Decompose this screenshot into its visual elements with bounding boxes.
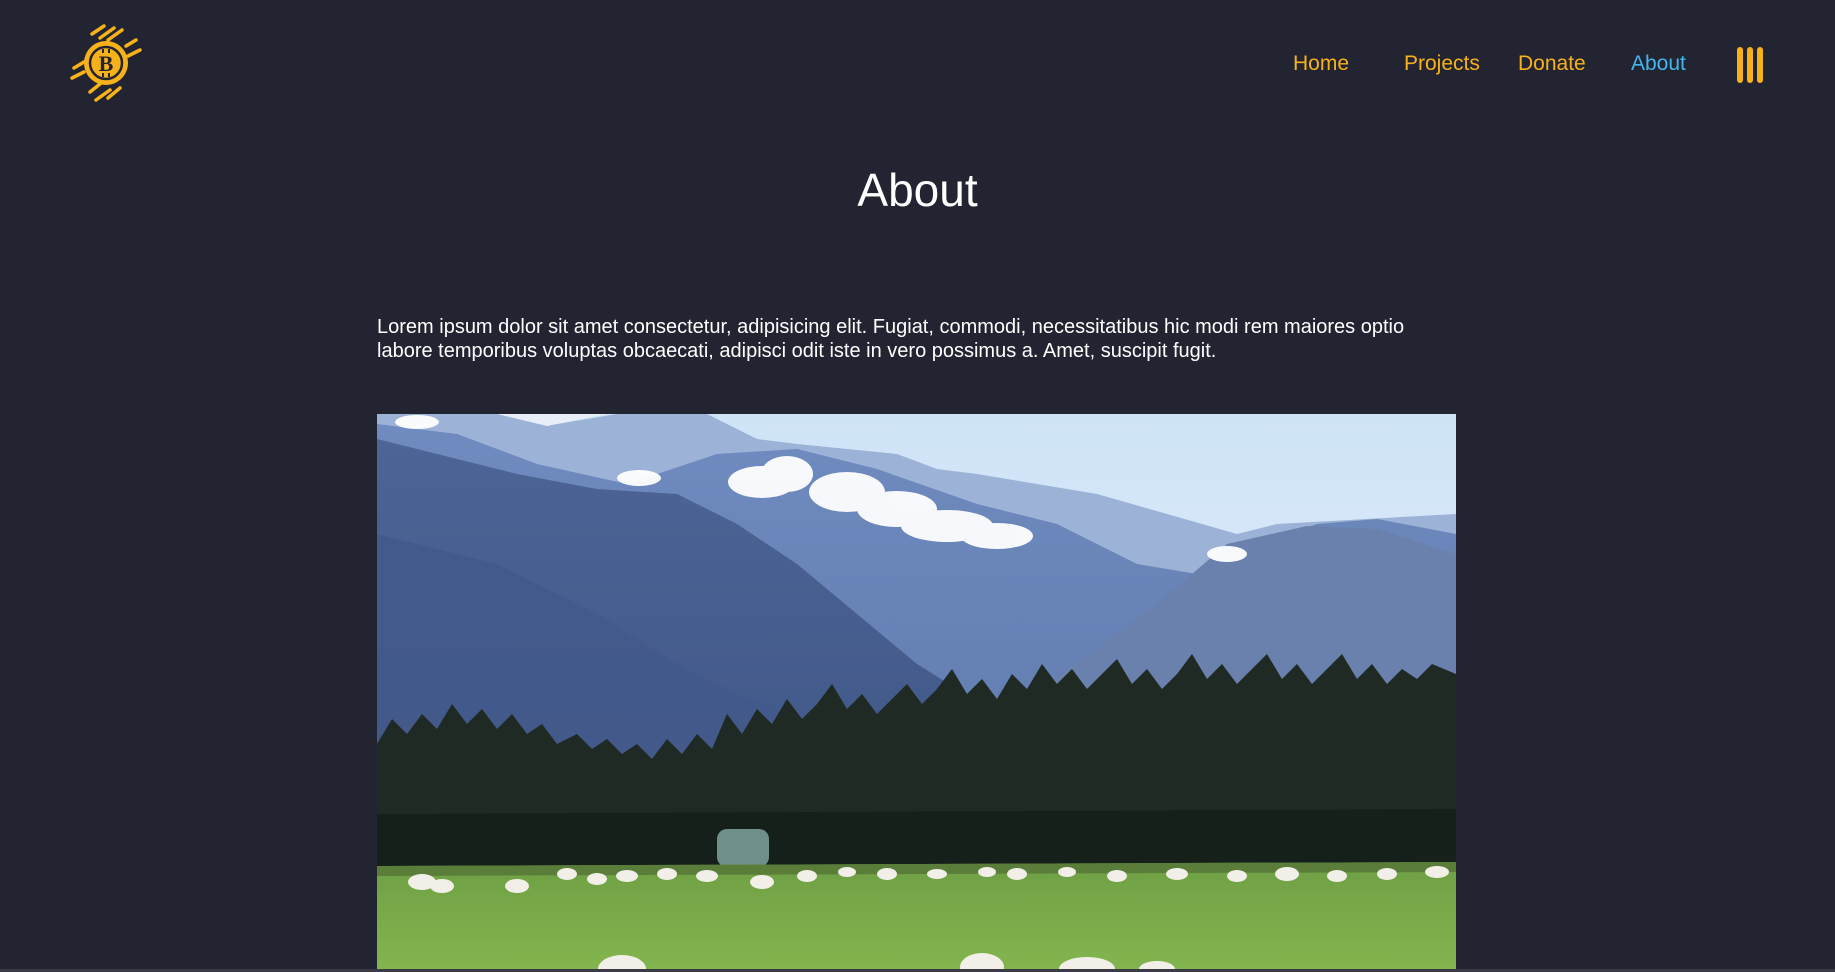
- about-page: B Home Projects Donate About About Lorem…: [0, 0, 1835, 972]
- menu-bars-icon[interactable]: [1737, 47, 1765, 83]
- nav-link-projects[interactable]: Projects: [1404, 51, 1480, 77]
- intro-paragraph: Lorem ipsum dolor sit amet consectetur, …: [377, 316, 1405, 362]
- nav-link-about[interactable]: About: [1631, 51, 1686, 77]
- nav-link-home[interactable]: Home: [1293, 51, 1349, 77]
- svg-text:B: B: [99, 51, 114, 76]
- nav-link-donate[interactable]: Donate: [1518, 51, 1586, 77]
- landscape-photo: [377, 414, 1456, 969]
- page-title: About: [857, 164, 978, 216]
- bitcoin-logo-icon[interactable]: B: [70, 24, 142, 102]
